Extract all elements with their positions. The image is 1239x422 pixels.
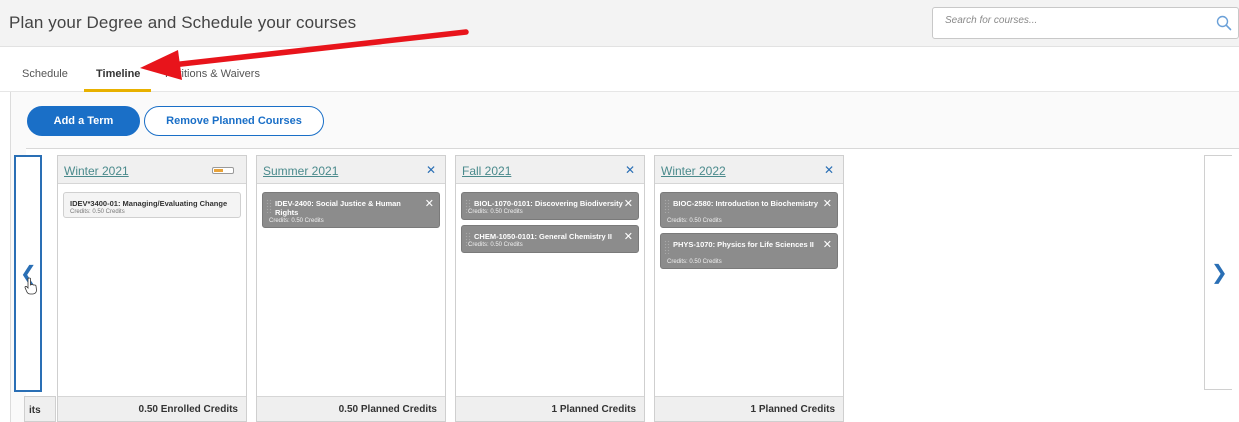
close-icon[interactable]: ✕ [824, 163, 834, 177]
course-card[interactable]: CHEM-1050-0101: General Chemistry II Cre… [461, 225, 639, 253]
search-icon[interactable] [1216, 15, 1232, 31]
course-title: BIOC-2580: Introduction to Biochemistry [673, 199, 819, 208]
course-card[interactable]: IDEV*3400-01: Managing/Evaluating Change… [63, 192, 241, 218]
close-icon[interactable]: ✕ [425, 197, 434, 210]
term-column-fall-2021: Fall 2021 ✕ BIOL-1070-0101: Discovering … [455, 155, 645, 422]
hand-cursor-icon [24, 277, 37, 295]
close-icon[interactable]: ✕ [625, 163, 635, 177]
course-title: IDEV*3400-01: Managing/Evaluating Change [70, 199, 228, 208]
search-box[interactable] [932, 7, 1239, 39]
term-footer: 1 Planned Credits [655, 396, 843, 421]
course-card[interactable]: IDEV-2400: Social Justice & Human Rights… [262, 192, 440, 228]
add-term-button[interactable]: Add a Term [27, 106, 140, 136]
close-icon[interactable]: ✕ [823, 197, 832, 210]
course-card[interactable]: PHYS-1070: Physics for Life Sciences II … [660, 233, 838, 269]
term-name-link[interactable]: Fall 2021 [462, 164, 511, 178]
tab-petitions-waivers[interactable]: Petitions & Waivers [165, 68, 260, 80]
chevron-right-icon: ❯ [1211, 262, 1228, 284]
course-credits: Credits: 0.50 Credits [269, 218, 324, 224]
tab-bar: Schedule Timeline Petitions & Waivers [0, 47, 1239, 92]
page-title: Plan your Degree and Schedule your cours… [9, 13, 357, 32]
term-name-link[interactable]: Winter 2022 [661, 164, 726, 178]
term-name-link[interactable]: Winter 2021 [64, 164, 129, 178]
course-credits: Credits: 0.50 Credits [667, 259, 722, 265]
term-credit-total: 1 Planned Credits [750, 404, 835, 415]
tab-schedule[interactable]: Schedule [22, 68, 68, 80]
course-title: PHYS-1070: Physics for Life Sciences II [673, 240, 814, 249]
term-credit-total: 0.50 Planned Credits [338, 404, 437, 415]
term-footer: 0.50 Planned Credits [257, 396, 445, 421]
drag-handle-icon[interactable] [664, 199, 670, 213]
remove-planned-courses-button[interactable]: Remove Planned Courses [144, 106, 324, 136]
course-card[interactable]: BIOC-2580: Introduction to Biochemistry … [660, 192, 838, 228]
term-footer: 0.50 Enrolled Credits [58, 396, 246, 421]
term-name-link[interactable]: Summer 2021 [263, 164, 338, 178]
page-header: Plan your Degree and Schedule your cours… [0, 0, 1239, 47]
term-credit-total: 1 Planned Credits [551, 404, 636, 415]
course-credits: Credits: 0.50 Credits [667, 218, 722, 224]
course-credits: Credits: 0.50 Credits [468, 242, 523, 248]
course-credits: Credits: 0.50 Credits [468, 209, 523, 215]
term-column-summer-2021: Summer 2021 ✕ IDEV-2400: Social Justice … [256, 155, 446, 422]
term-header: Summer 2021 ✕ [257, 156, 445, 184]
close-icon[interactable]: ✕ [624, 197, 633, 210]
course-title: BIOL-1070-0101: Discovering Biodiversity [474, 199, 623, 208]
course-card[interactable]: BIOL-1070-0101: Discovering Biodiversity… [461, 192, 639, 220]
course-title: IDEV-2400: Social Justice & Human Rights [275, 199, 401, 217]
tab-timeline[interactable]: Timeline [96, 68, 140, 80]
close-icon[interactable]: ✕ [624, 230, 633, 243]
close-icon[interactable]: ✕ [823, 238, 832, 251]
term-header: Winter 2022 ✕ [655, 156, 843, 184]
term-header: Winter 2021 [58, 156, 246, 184]
close-icon[interactable]: ✕ [426, 163, 436, 177]
drag-handle-icon[interactable] [664, 240, 670, 254]
term-credit-total: 0.50 Enrolled Credits [138, 404, 238, 415]
term-progress-bar [212, 167, 234, 174]
carousel-prev-button[interactable]: ❮ [14, 155, 42, 392]
term-column-winter-2021: Winter 2021 IDEV*3400-01: Managing/Evalu… [57, 155, 247, 422]
course-title: CHEM-1050-0101: General Chemistry II [474, 232, 612, 241]
previous-term-footer-stub: its [24, 396, 56, 422]
term-footer: 1 Planned Credits [456, 396, 644, 421]
term-progress-fill [214, 169, 223, 172]
search-input[interactable] [945, 15, 1195, 26]
term-header: Fall 2021 ✕ [456, 156, 644, 184]
carousel-next-button[interactable]: ❯ [1204, 155, 1232, 390]
term-column-winter-2022: Winter 2022 ✕ BIOC-2580: Introduction to… [654, 155, 844, 422]
course-credits: Credits: 0.50 Credits [70, 209, 125, 215]
drag-handle-icon[interactable] [266, 199, 272, 213]
